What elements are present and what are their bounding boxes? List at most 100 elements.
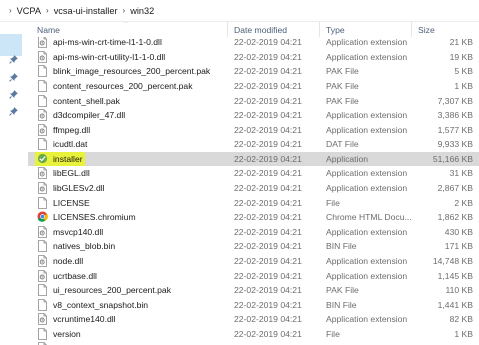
file-row[interactable]: blink_image_resources_200_percent.pak 22-… — [28, 64, 479, 79]
file-icon — [37, 327, 48, 340]
file-name-cell[interactable]: v8_context_snapshot.bin — [28, 298, 228, 311]
file-row[interactable]: installer 22-02-2019 04:21 Application 51,1… — [28, 151, 479, 167]
file-name-cell[interactable]: msvcp140.dll — [28, 225, 228, 238]
file-size: 14,748 KB — [432, 255, 473, 266]
file-size: 110 KB — [445, 285, 473, 296]
pin-icon[interactable] — [9, 89, 19, 99]
file-row[interactable]: ffmpeg.dll 22-02-2019 04:21 Application ex… — [28, 122, 479, 137]
breadcrumb-item[interactable]: win32 — [130, 6, 154, 16]
file-name: version — [53, 328, 81, 339]
file-name-cell[interactable]: content_shell.pak — [28, 94, 228, 107]
file-name: content_resources_200_percent.pak — [53, 81, 193, 92]
navigation-pane[interactable] — [0, 22, 28, 345]
column-header-date-label: Date modified — [234, 24, 288, 35]
file-row[interactable]: content_resources_200_percent.pak 22-02-2… — [28, 79, 479, 94]
file-name-cell[interactable]: d3dcompiler_47.dll — [28, 109, 228, 122]
file-row[interactable]: libGLESv2.dll 22-02-2019 04:21 Application… — [28, 181, 479, 196]
file-name-cell[interactable]: libEGL.dll — [28, 167, 228, 180]
column-header-type[interactable]: Type — [320, 22, 412, 37]
file-date: 22-02-2019 04:21 — [234, 241, 302, 252]
breadcrumb-separator: › — [9, 6, 12, 15]
file-row[interactable]: ui_resources_200_percent.pak 22-02-2019 0… — [28, 283, 479, 298]
file-row[interactable]: LICENSES.chromium 22-02-2019 04:21 Chrome … — [28, 210, 479, 225]
file-size: 1,145 KB — [437, 270, 473, 281]
file-list[interactable]: api-ms-win-crt-time-l1-1-0.dll 22-02-2019… — [28, 22, 479, 345]
installer-app-icon — [37, 153, 48, 165]
file-type: Application — [326, 153, 369, 164]
file-name: blink_image_resources_200_percent.pak — [53, 66, 211, 77]
file-type: BIN File — [326, 241, 357, 252]
file-size: 82 KB — [449, 314, 473, 325]
breadcrumb-item[interactable]: VCPA — [17, 6, 41, 16]
file-row[interactable]: api-ms-win-crt-time-l1-1-0.dll 22-02-2019… — [28, 35, 479, 50]
file-name-cell[interactable]: node.dll — [28, 255, 228, 267]
file-name-cell[interactable]: libGLESv2.dll — [28, 182, 228, 194]
file-row[interactable]: node.dll 22-02-2019 04:21 Application exte… — [28, 254, 479, 269]
file-name-cell[interactable]: LICENSE — [28, 196, 228, 209]
file-name-cell[interactable]: api-ms-win-crt-utility-l1-1-0.dll — [28, 50, 228, 63]
file-row[interactable]: icudtl.dat 22-02-2019 04:21 DAT File 9,933 … — [28, 137, 479, 152]
breadcrumb-item[interactable]: vcsa-ui-installer — [54, 6, 118, 16]
file-name-cell[interactable]: vcruntime140.dll — [28, 313, 228, 326]
file-date: 22-02-2019 04:21 — [234, 255, 302, 266]
file-row[interactable]: version 22-02-2019 04:21 File 1 KB — [28, 327, 479, 342]
file-type: Application extension — [326, 314, 408, 325]
pin-icon[interactable] — [9, 54, 19, 64]
nav-selected-item[interactable] — [0, 34, 22, 56]
file-name-cell[interactable]: version — [28, 327, 228, 340]
file-icon — [37, 196, 48, 209]
pin-icon[interactable] — [9, 106, 19, 116]
column-header-type-label: Type — [326, 24, 345, 35]
file-size: 1 KB — [454, 81, 473, 92]
dll-icon — [37, 167, 48, 180]
file-name-cell[interactable]: LICENSES.chromium — [28, 211, 228, 223]
dll-icon — [37, 313, 48, 326]
dll-icon — [37, 36, 48, 49]
file-row[interactable]: v8_context_snapshot.bin 22-02-2019 04:21 B… — [28, 297, 479, 312]
file-type: Application extension — [326, 255, 408, 266]
file-name-cell[interactable]: ffmpeg.dll — [28, 123, 228, 136]
breadcrumb-separator: › — [46, 6, 49, 15]
file-name-cell[interactable]: icudtl.dat — [28, 138, 228, 151]
file-name-cell[interactable]: content_resources_200_percent.pak — [28, 80, 228, 92]
file-icon — [37, 65, 48, 78]
file-date: 22-02-2019 04:21 — [234, 168, 302, 179]
file-name: LICENSES.chromium — [53, 212, 136, 223]
file-row[interactable]: d3dcompiler_47.dll 22-02-2019 04:21 Applic… — [28, 108, 479, 123]
sort-ascending-icon: ^ — [124, 22, 128, 27]
column-header-date[interactable]: Date modified — [228, 22, 320, 37]
pin-icon[interactable] — [9, 72, 19, 82]
dll-icon — [37, 225, 48, 238]
file-size: 7,307 KB — [437, 95, 473, 106]
file-row[interactable]: natives_blob.bin 22-02-2019 04:21 BIN File… — [28, 239, 479, 254]
file-row[interactable]: content_shell.pak 22-02-2019 04:21 PAK Fil… — [28, 93, 479, 108]
file-name: api-ms-win-crt-utility-l1-1-0.dll — [53, 51, 166, 62]
file-date: 22-02-2019 04:21 — [234, 328, 302, 339]
file-row[interactable]: ucrtbase.dll 22-02-2019 04:21 Application … — [28, 268, 479, 283]
file-icon — [37, 240, 48, 253]
file-row[interactable]: api-ms-win-crt-utility-l1-1-0.dll 22-02-2… — [28, 50, 479, 65]
file-row[interactable]: views_resources_200_percent.pak22-02-201… — [28, 341, 479, 345]
column-header-name[interactable]: ^ Name — [28, 22, 228, 37]
file-name-cell[interactable]: installer — [28, 151, 228, 166]
file-name: ffmpeg.dll — [53, 124, 91, 135]
file-row[interactable]: LICENSE 22-02-2019 04:21 File 2 KB — [28, 195, 479, 210]
file-type: BIN File — [326, 299, 357, 310]
file-icon — [37, 138, 48, 151]
file-row[interactable]: libEGL.dll 22-02-2019 04:21 Application ex… — [28, 166, 479, 181]
file-name-cell[interactable]: blink_image_resources_200_percent.pak — [28, 65, 228, 78]
file-row[interactable]: msvcp140.dll 22-02-2019 04:21 Application … — [28, 225, 479, 240]
column-header-size[interactable]: Size — [412, 22, 479, 37]
file-date: 22-02-2019 04:21 — [234, 226, 302, 237]
file-name: api-ms-win-crt-time-l1-1-0.dll — [53, 37, 162, 48]
file-type: DAT File — [326, 139, 359, 150]
file-name-cell[interactable]: ui_resources_200_percent.pak — [28, 284, 228, 297]
file-name-cell[interactable]: natives_blob.bin — [28, 240, 228, 253]
file-row[interactable]: vcruntime140.dll 22-02-2019 04:21 Applicat… — [28, 312, 479, 327]
file-size: 3,386 KB — [437, 110, 473, 121]
file-date: 22-02-2019 04:21 — [234, 110, 302, 121]
file-name-cell[interactable]: ucrtbase.dll — [28, 269, 228, 282]
dll-icon — [37, 255, 48, 267]
file-type: Application extension — [326, 270, 408, 281]
file-name-cell[interactable]: api-ms-win-crt-time-l1-1-0.dll — [28, 36, 228, 49]
